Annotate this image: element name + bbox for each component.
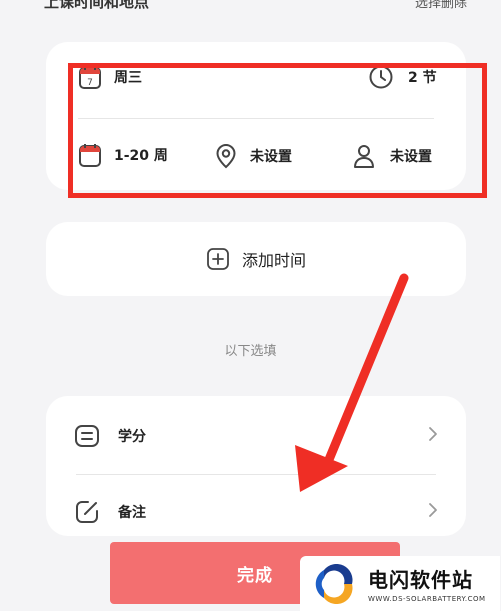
watermark-url: WWW.DS-SOLARBATTERY.COM: [368, 595, 486, 603]
annotation-arrow: [295, 273, 409, 492]
brand-logo-icon: [314, 563, 360, 604]
watermark-title: 电闪软件站: [368, 568, 473, 592]
watermark-logo: 电闪软件站 WWW.DS-SOLARBATTERY.COM: [300, 556, 500, 611]
